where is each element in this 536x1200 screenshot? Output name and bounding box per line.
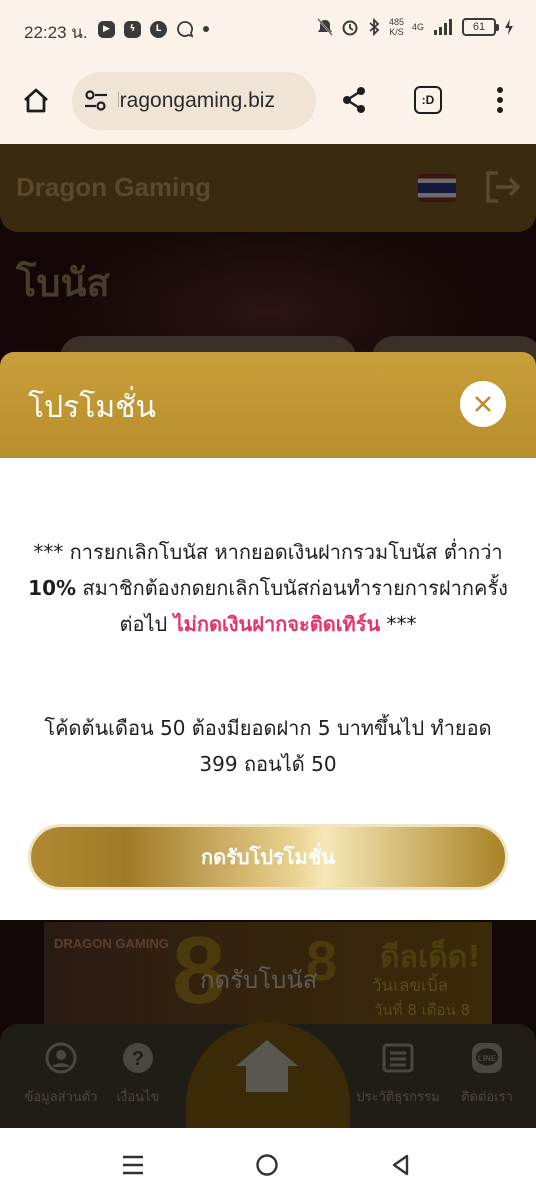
- site-bottom-nav: ข้อมูลส่วนตัว ? เงื่อนไข ประวัติธุรกรรม …: [0, 1022, 536, 1128]
- recents-button[interactable]: [116, 1148, 150, 1182]
- promotion-modal-header: โปรโมชั่น: [0, 352, 536, 458]
- modal-title: โปรโมชั่น: [28, 390, 157, 425]
- status-time: 22:23 น.: [24, 23, 88, 42]
- nav-label: ประวัติธุรกรรม: [356, 1090, 440, 1105]
- thai-flag-icon[interactable]: [418, 174, 456, 202]
- svg-text:LINE: LINE: [478, 1054, 497, 1063]
- nav-item-contact[interactable]: LINE ติดต่อเรา: [454, 1042, 520, 1107]
- status-bar: 22:23 น. ▶ ϟ L 485 K/S 4G 61: [0, 0, 536, 62]
- dot-icon: [203, 26, 209, 32]
- close-icon: [475, 396, 491, 412]
- nav-label: เงื่อนไข: [116, 1090, 160, 1105]
- banner-brand: DRAGON GAMING: [54, 936, 169, 951]
- nav-item-profile[interactable]: ข้อมูลส่วนตัว: [18, 1042, 104, 1107]
- system-navigation-bar: [0, 1128, 536, 1200]
- promo-banner[interactable]: DRAGON GAMING 8 8 ดีลเด็ด! วันเลขเบิ้ล ว…: [44, 922, 492, 1034]
- back-button[interactable]: [384, 1148, 418, 1182]
- url-bar[interactable]: dragongaming.biz: [72, 72, 316, 130]
- svg-text:?: ?: [132, 1048, 144, 1070]
- recents-icon: [123, 1155, 143, 1175]
- nav-item-terms[interactable]: ? เงื่อนไข: [108, 1042, 168, 1107]
- line-icon: LINE: [472, 1043, 502, 1073]
- back-triangle-icon: [392, 1154, 409, 1176]
- banner-subline: วันเลขเบิ้ล: [372, 976, 449, 996]
- mute-icon: [317, 18, 333, 36]
- nav-home-button[interactable]: [186, 1022, 350, 1128]
- site-page-title: โบนัส: [16, 261, 110, 305]
- line-app-icon: L: [150, 20, 167, 38]
- tab-switcher-label: :D: [414, 86, 442, 114]
- signal-icon: [434, 19, 452, 35]
- bonus-cancel-notice: *** การยกเลิกโบนัส หากยอดเงินฝากรวมโบนัส…: [28, 540, 508, 636]
- home-icon: [24, 88, 48, 113]
- browser-home-button[interactable]: [16, 80, 56, 120]
- nav-label: ติดต่อเรา: [461, 1090, 513, 1105]
- tune-icon[interactable]: [84, 90, 108, 112]
- claim-promotion-button[interactable]: กดรับโปรโมชั่น: [28, 824, 508, 890]
- notification-app-icon: ▶: [98, 20, 115, 38]
- system-home-button[interactable]: [250, 1148, 284, 1182]
- share-button[interactable]: [334, 80, 374, 120]
- charging-icon: [505, 19, 513, 35]
- turnover-warning: ไม่กดเงินฝากจะติดเทิร์น: [173, 612, 381, 636]
- status-system-icons: 485 K/S 4G 61: [317, 17, 514, 37]
- share-icon: [343, 87, 365, 113]
- url-text[interactable]: dragongaming.biz: [118, 89, 310, 113]
- chat-bubble-icon: [177, 21, 194, 38]
- alarm-icon: [342, 20, 358, 36]
- battery-indicator: 61: [462, 18, 499, 36]
- modal-close-button[interactable]: [460, 381, 506, 427]
- bluetooth-icon: [369, 18, 380, 36]
- promo-code-terms: โค้ดต้นเดือน 50 ต้องมียอดฝาก 5 บาทขึ้นไป…: [44, 716, 492, 776]
- browser-toolbar: dragongaming.biz :D: [0, 62, 536, 144]
- logout-icon[interactable]: [484, 170, 522, 204]
- help-circle-icon: ?: [123, 1043, 153, 1073]
- site-logo: Dragon Gaming: [16, 172, 212, 202]
- list-icon: [382, 1043, 414, 1073]
- network-speed: 485 K/S: [388, 17, 404, 37]
- tab-switcher-button[interactable]: :D: [408, 80, 448, 120]
- nav-item-history[interactable]: ประวัติธุรกรรม: [352, 1042, 444, 1107]
- home-circle-icon: [256, 1154, 278, 1176]
- percent-threshold: 10%: [28, 576, 77, 600]
- user-circle-icon: [45, 1042, 77, 1074]
- home-icon: [236, 1040, 298, 1092]
- network-type: 4G: [411, 22, 424, 32]
- site-header: Dragon Gaming: [0, 144, 536, 232]
- nav-label: ข้อมูลส่วนตัว: [24, 1090, 98, 1105]
- more-vert-icon: [497, 87, 503, 113]
- browser-menu-button[interactable]: [480, 80, 520, 120]
- banner-claim-label[interactable]: กดรับโบนัส: [200, 960, 317, 999]
- promotion-modal-body: *** การยกเลิกโบนัส หากยอดเงินฝากรวมโบนัส…: [0, 458, 536, 920]
- status-notification-icons: ▶ ϟ L: [98, 20, 209, 38]
- messenger-app-icon: ϟ: [124, 20, 141, 38]
